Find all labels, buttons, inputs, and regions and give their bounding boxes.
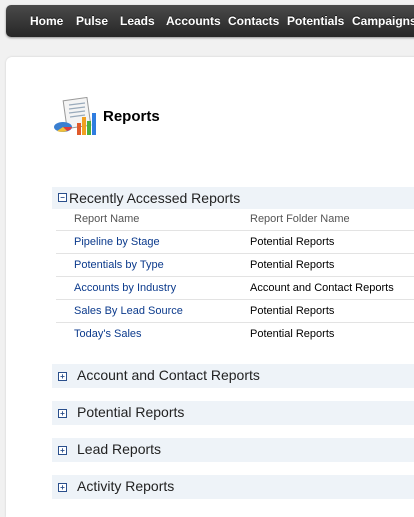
table-row: Accounts by Industry Account and Contact… [56,276,414,299]
nav-pulse[interactable]: Pulse [76,14,108,28]
nav-campaigns[interactable]: Campaigns [352,14,414,28]
report-link[interactable]: Potentials by Type [74,259,164,271]
report-link[interactable]: Today's Sales [74,328,142,340]
table-row: Sales By Lead Source Potential Reports [56,299,414,322]
folder-name: Potential Reports [250,236,335,248]
page-title: Reports [103,108,160,125]
table-row: Today's Sales Potential Reports [56,322,414,345]
folder-section-lead: + Lead Reports [52,438,414,462]
folder-name: Potential Reports [250,305,335,317]
section-title: Activity Reports [77,478,175,494]
reports-panel: Reports − Recently Accessed Reports Repo… [6,57,414,517]
section-title: Potential Reports [77,404,185,420]
folder-header[interactable]: + Potential Reports [52,401,414,425]
nav-contacts[interactable]: Contacts [228,14,279,28]
folder-header[interactable]: + Account and Contact Reports [52,364,414,388]
expand-icon[interactable]: + [58,483,67,492]
top-nav-bar: Home Pulse Leads Accounts Contacts Poten… [6,5,414,37]
expand-icon[interactable]: + [58,372,67,381]
folder-name: Potential Reports [250,328,335,340]
table-row: Pipeline by Stage Potential Reports [56,230,414,253]
folder-section-account-contact: + Account and Contact Reports [52,364,414,388]
folder-section-potential: + Potential Reports [52,401,414,425]
nav-home[interactable]: Home [30,14,63,28]
folder-section-activity: + Activity Reports [52,475,414,499]
report-link[interactable]: Sales By Lead Source [74,305,183,317]
expand-icon[interactable]: + [58,409,67,418]
folder-name: Potential Reports [250,259,335,271]
section-title: Recently Accessed Reports [69,190,241,206]
nav-potentials[interactable]: Potentials [287,14,344,28]
section-title: Account and Contact Reports [77,367,260,383]
folder-header[interactable]: + Lead Reports [52,438,414,462]
reports-chart-icon [54,97,96,135]
folder-name: Account and Contact Reports [250,282,394,294]
report-link[interactable]: Accounts by Industry [74,282,176,294]
report-link[interactable]: Pipeline by Stage [74,236,160,248]
folder-header[interactable]: + Activity Reports [52,475,414,499]
column-header-folder-name: Report Folder Name [250,213,350,225]
recent-reports-header[interactable]: − Recently Accessed Reports [52,187,414,209]
expand-icon[interactable]: + [58,446,67,455]
table-row: Potentials by Type Potential Reports [56,253,414,276]
nav-accounts[interactable]: Accounts [166,14,221,28]
nav-leads[interactable]: Leads [120,14,155,28]
column-header-report-name: Report Name [74,213,140,225]
collapse-icon[interactable]: − [58,193,67,202]
section-title: Lead Reports [77,441,162,457]
